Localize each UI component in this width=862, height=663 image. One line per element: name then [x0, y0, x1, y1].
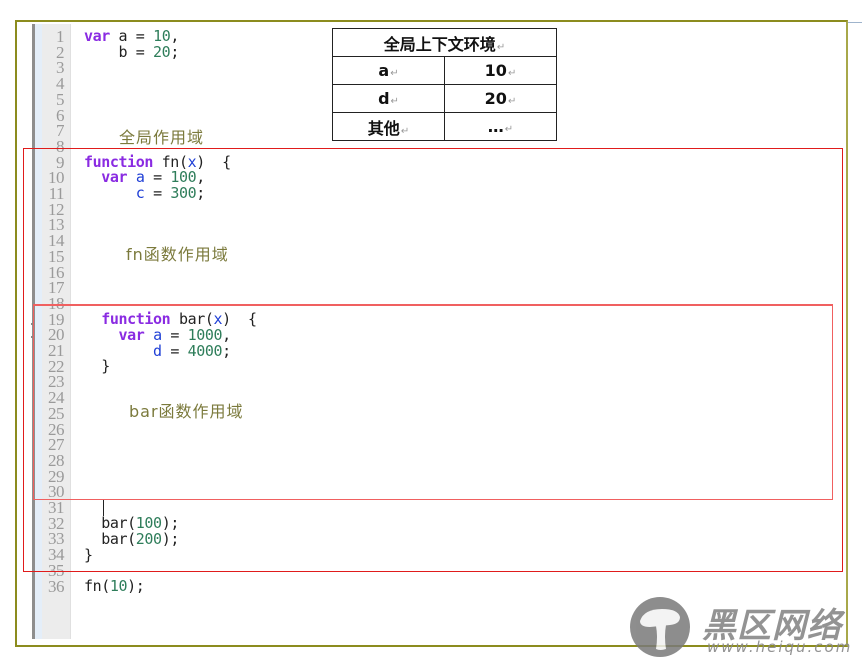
table-row: a↵ 10↵: [332, 56, 557, 85]
paragraph-mark-icon: ↵: [496, 41, 506, 53]
table-key-cell: d↵: [332, 84, 445, 113]
table-row: 其他↵ …↵: [332, 112, 557, 141]
mushroom-logo-icon: [630, 597, 690, 657]
paragraph-mark-icon: ↵: [504, 124, 514, 135]
table-title-cell: 全局上下文环境↵: [332, 28, 557, 57]
code-text: fn(: [84, 577, 110, 596]
number-literal: 10: [109, 577, 128, 596]
code-line-36[interactable]: fn(10);: [84, 577, 145, 596]
paragraph-mark-icon: ↵: [507, 68, 517, 79]
paragraph-mark-icon: ↵: [390, 68, 399, 79]
watermark: 黑区网络 www.heiqu.com: [627, 596, 862, 663]
margin-tick: [31, 336, 33, 338]
margin-tick: [31, 323, 33, 325]
row-key: d: [378, 89, 390, 108]
table-title: 全局上下文环境: [383, 34, 496, 54]
table-row: d↵ 20↵: [332, 84, 557, 113]
number-literal: 20: [153, 42, 171, 61]
row-value: 10: [484, 61, 507, 80]
bar-scope-box: [33, 304, 833, 500]
row-value: …: [487, 117, 504, 136]
table-value-cell: …↵: [444, 112, 557, 141]
table-value-cell: 20↵: [444, 84, 557, 113]
table-header-row: 全局上下文环境↵: [332, 28, 557, 57]
code-text: b =: [84, 42, 154, 61]
paragraph-mark-icon: ↵: [400, 125, 410, 137]
row-key: a: [378, 61, 390, 80]
table-key-cell: 其他↵: [332, 112, 445, 141]
paragraph-mark-icon: ↵: [507, 96, 517, 107]
frame-accent-line: [848, 22, 862, 23]
row-key: 其他: [367, 118, 400, 138]
global-scope-label: 全局作用域: [119, 128, 205, 147]
code-line-2[interactable]: b = 20;: [84, 42, 180, 61]
code-text: ;: [170, 42, 179, 61]
code-text: );: [127, 577, 145, 596]
row-value: 20: [484, 89, 507, 108]
table-key-cell: a↵: [332, 56, 445, 85]
line-number: 36: [48, 576, 65, 596]
watermark-url: www.heiqu.com: [707, 638, 853, 656]
global-context-table: 全局上下文环境↵ a↵ 10↵ d↵ 20↵ 其他↵ …↵: [332, 28, 557, 141]
mushroom-icon: [640, 609, 680, 650]
table-value-cell: 10↵: [444, 56, 557, 85]
paragraph-mark-icon: ↵: [390, 96, 399, 107]
